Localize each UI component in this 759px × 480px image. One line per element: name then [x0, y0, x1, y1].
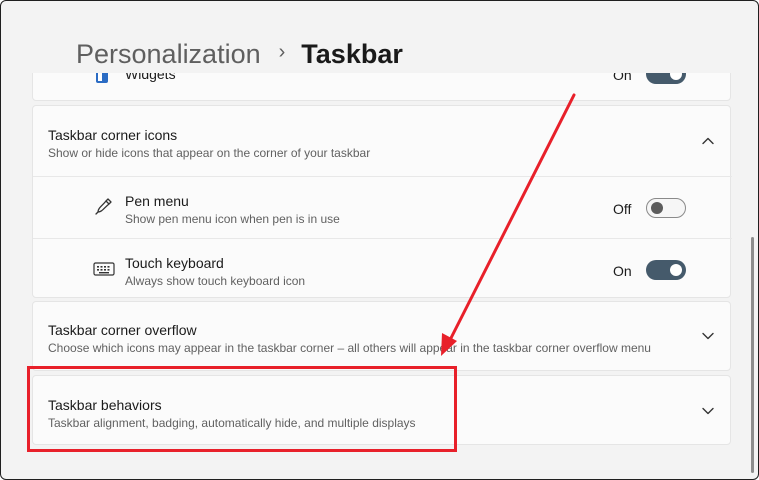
taskbar-behaviors-row[interactable]: Taskbar behaviors Taskbar alignment, bad… [32, 375, 731, 445]
breadcrumb: Personalization › Taskbar [76, 34, 403, 74]
pen-menu-toggle[interactable] [646, 198, 686, 218]
widgets-toggle[interactable] [646, 73, 686, 84]
chevron-down-icon[interactable] [700, 403, 716, 419]
widgets-row[interactable]: Widgets On [32, 73, 731, 101]
taskbar-corner-icons-section: Taskbar corner icons Show or hide icons … [32, 105, 732, 299]
pen-menu-subtitle: Show pen menu icon when pen is in use [125, 212, 340, 226]
settings-window: Personalization › Taskbar Widgets On Tas… [0, 0, 759, 480]
pen-menu-state-label: Off [613, 201, 632, 217]
taskbar-behaviors-title: Taskbar behaviors [48, 397, 162, 413]
widgets-icon [95, 73, 109, 84]
taskbar-corner-icons-subtitle: Show or hide icons that appear on the co… [48, 146, 371, 160]
vertical-scrollbar[interactable] [751, 237, 754, 473]
taskbar-corner-overflow-row[interactable]: Taskbar corner overflow Choose which ico… [32, 301, 731, 371]
pen-menu-row: Pen menu Show pen menu icon when pen is … [33, 177, 732, 238]
taskbar-corner-icons-title: Taskbar corner icons [48, 127, 178, 143]
touch-keyboard-toggle[interactable] [646, 260, 686, 280]
taskbar-behaviors-subtitle: Taskbar alignment, badging, automaticall… [48, 416, 416, 430]
pen-icon [93, 195, 115, 217]
breadcrumb-separator: › [278, 40, 286, 63]
settings-content: Widgets On Taskbar corner icons Show or … [32, 73, 733, 479]
pen-menu-title: Pen menu [125, 193, 189, 209]
widgets-label: Widgets [125, 73, 176, 82]
chevron-down-icon[interactable] [700, 328, 716, 344]
breadcrumb-personalization[interactable]: Personalization [76, 39, 261, 70]
touch-keyboard-title: Touch keyboard [125, 255, 224, 271]
touch-keyboard-state-label: On [613, 263, 632, 279]
widgets-state-label: On [613, 73, 632, 83]
page-title: Taskbar [301, 38, 403, 69]
touch-keyboard-subtitle: Always show touch keyboard icon [125, 274, 306, 288]
touch-keyboard-row: Touch keyboard Always show touch keyboar… [33, 239, 732, 299]
taskbar-corner-overflow-subtitle: Choose which icons may appear in the tas… [48, 341, 651, 355]
taskbar-corner-overflow-title: Taskbar corner overflow [48, 322, 197, 338]
keyboard-icon [93, 261, 115, 277]
chevron-up-icon[interactable] [700, 133, 716, 149]
taskbar-corner-icons-header[interactable]: Taskbar corner icons Show or hide icons … [33, 106, 732, 176]
